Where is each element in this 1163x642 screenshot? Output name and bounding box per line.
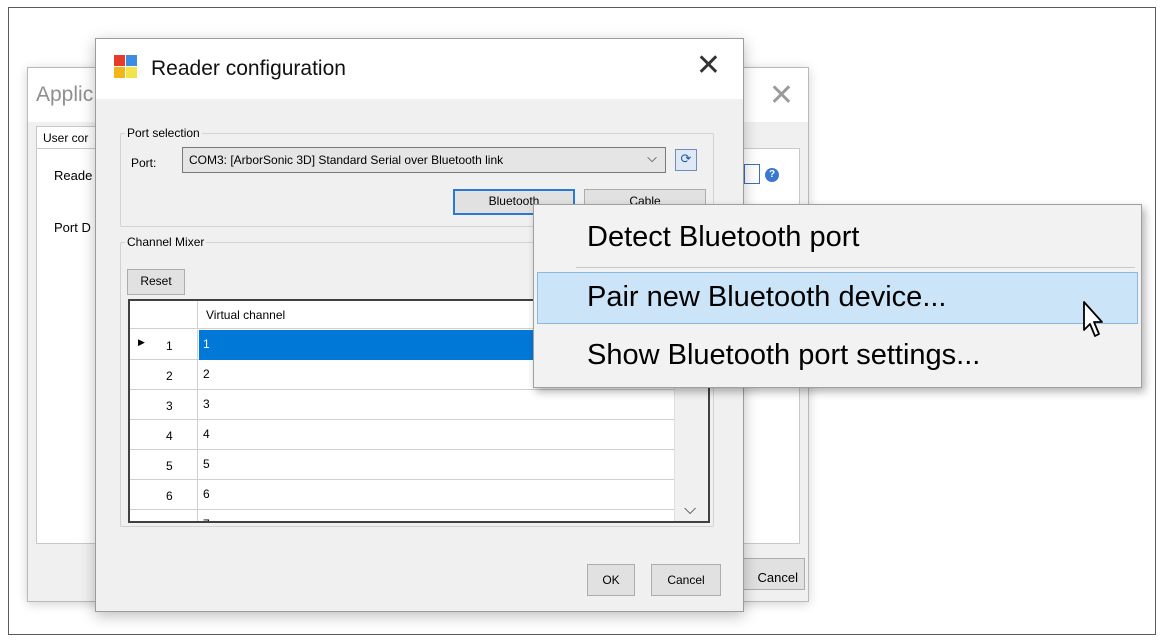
app-icon — [114, 55, 138, 79]
row-number: 5 — [166, 459, 173, 473]
grid-corner-header — [130, 301, 198, 329]
menu-item-pair-new-bluetooth-device[interactable]: Pair new Bluetooth device... — [537, 272, 1138, 324]
port-dropdown[interactable]: COM3: [ArborSonic 3D] Standard Serial ov… — [182, 147, 666, 173]
reset-button[interactable]: Reset — [127, 269, 185, 295]
row-header[interactable]: 6 — [130, 480, 198, 510]
row-number: 7 — [166, 519, 173, 521]
background-cancel-button[interactable]: Cancel — [743, 558, 805, 590]
port-selection-legend: Port selection — [127, 126, 200, 140]
current-row-icon: ▶ — [138, 338, 145, 348]
port-dropdown-value: COM3: [ArborSonic 3D] Standard Serial ov… — [189, 153, 504, 167]
mouse-cursor-icon — [1083, 301, 1103, 337]
row-number: 3 — [166, 399, 173, 413]
background-window-title: Applic — [36, 83, 94, 106]
row-header[interactable]: 3 — [130, 390, 198, 420]
virtual-channel-cell[interactable]: 5 — [199, 450, 674, 480]
virtual-channel-cell[interactable]: 7 — [199, 510, 674, 521]
table-row[interactable]: 3 3 — [130, 390, 674, 420]
virtual-channel-cell[interactable]: 4 — [199, 420, 674, 450]
bluetooth-context-menu: Detect Bluetooth port Pair new Bluetooth… — [533, 204, 1142, 388]
cancel-button[interactable]: Cancel — [651, 564, 721, 596]
channel-mixer-legend: Channel Mixer — [127, 235, 205, 249]
background-close-icon[interactable]: ✕ — [769, 78, 794, 113]
chevron-down-icon: ⌵ — [647, 151, 657, 166]
table-row[interactable]: 7 7 — [130, 510, 674, 521]
table-row[interactable]: 4 4 — [130, 420, 674, 450]
virtual-channel-cell[interactable]: 6 — [199, 480, 674, 510]
ok-button[interactable]: OK — [587, 564, 635, 596]
menu-item-detect-bluetooth-port[interactable]: Detect Bluetooth port — [534, 213, 1141, 265]
help-icon[interactable]: ? — [765, 168, 779, 182]
menu-separator — [576, 267, 1135, 268]
row-header[interactable]: ▶ 1 — [130, 330, 198, 360]
row-header[interactable]: 5 — [130, 450, 198, 480]
row-header[interactable]: 2 — [130, 360, 198, 390]
background-port-label: Port D — [54, 220, 91, 235]
scroll-down-icon[interactable]: ⌵ — [684, 499, 696, 519]
virtual-channel-cell[interactable]: 3 — [199, 390, 674, 420]
dialog-titlebar: Reader configuration ✕ — [96, 39, 743, 99]
background-reader-label: Reade — [54, 168, 93, 183]
refresh-ports-icon[interactable]: ⟳ — [675, 149, 697, 171]
row-number: 1 — [166, 339, 173, 353]
table-row[interactable]: 5 5 — [130, 450, 674, 480]
menu-item-show-bluetooth-port-settings[interactable]: Show Bluetooth port settings... — [534, 331, 1141, 383]
dialog-title: Reader configuration — [151, 57, 346, 80]
virtual-channel-column-header[interactable]: Virtual channel — [206, 308, 285, 322]
background-settings-button[interactable] — [744, 164, 760, 184]
close-icon[interactable]: ✕ — [696, 51, 721, 81]
row-number: 2 — [166, 369, 173, 383]
table-row[interactable]: 6 6 — [130, 480, 674, 510]
row-number: 4 — [166, 429, 173, 443]
port-label: Port: — [131, 156, 157, 170]
row-header[interactable]: 4 — [130, 420, 198, 450]
row-header[interactable]: 7 — [130, 510, 198, 521]
row-number: 6 — [166, 489, 173, 503]
